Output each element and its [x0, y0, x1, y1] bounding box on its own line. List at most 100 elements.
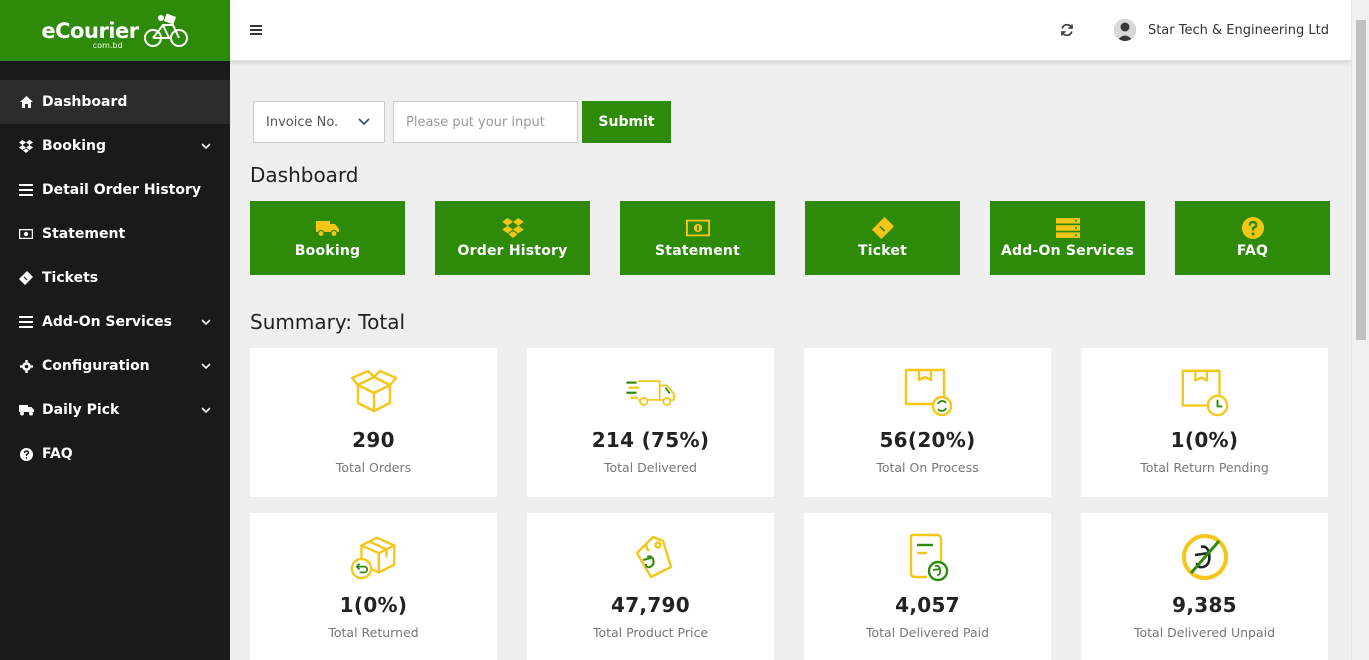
- invoice-search-bar: Invoice No. Submit: [253, 101, 671, 143]
- quick-link-label: FAQ: [1236, 243, 1269, 259]
- summary-value: 4,057: [895, 593, 960, 617]
- summary-label: Total Orders: [335, 460, 412, 475]
- sidebar-item-label: Daily Pick: [42, 402, 120, 418]
- summary-card-total-orders: 290 Total Orders: [250, 348, 497, 497]
- gear-icon: [18, 358, 34, 374]
- refresh-icon[interactable]: [1060, 23, 1074, 37]
- sidebar-item-add-on-services[interactable]: Add-On Services: [0, 300, 230, 344]
- box-process-icon: [902, 366, 954, 418]
- sidebar-item-daily-pick[interactable]: Daily Pick: [0, 388, 230, 432]
- brand-name: eCourier com.bd: [41, 18, 139, 50]
- summary-card-total-returned: 1(0%) Total Returned: [250, 513, 497, 660]
- box-clock-icon: [1179, 366, 1231, 418]
- summary-card-total-return-pending: 1(0%) Total Return Pending: [1081, 348, 1328, 497]
- summary-value: 290: [352, 428, 395, 452]
- sidebar-item-label: Tickets: [42, 270, 99, 286]
- sidebar-item-faq[interactable]: FAQ: [0, 432, 230, 476]
- submit-button[interactable]: Submit: [582, 101, 671, 143]
- summary-card-total-product-price: 47,790 Total Product Price: [527, 513, 774, 660]
- sidebar-item-label: FAQ: [42, 446, 73, 462]
- summary-value: 1(0%): [1170, 428, 1239, 452]
- summary-label: Total Delivered: [603, 460, 697, 475]
- unpaid-icon: [1179, 531, 1231, 583]
- money-icon: [685, 217, 710, 239]
- summary-value: 1(0%): [339, 593, 408, 617]
- summary-value: 56(20%): [879, 428, 976, 452]
- topbar: Star Tech & Engineering Ltd: [230, 0, 1351, 61]
- main-content: Invoice No. Submit Dashboard Booking Ord…: [230, 61, 1351, 660]
- list-icon: [18, 182, 34, 198]
- quick-link-booking[interactable]: Booking: [250, 201, 405, 275]
- question-icon: [18, 446, 34, 462]
- quick-links: Booking Order History Statement Ticket A…: [250, 201, 1330, 275]
- summary-value: 214 (75%): [591, 428, 710, 452]
- summary-label: Total On Process: [876, 460, 979, 475]
- scrollbar-thumb[interactable]: [1356, 20, 1366, 340]
- quick-link-statement[interactable]: Statement: [620, 201, 775, 275]
- page-scrollbar[interactable]: [1351, 0, 1369, 660]
- sidebar-item-label: Detail Order History: [42, 182, 202, 198]
- quick-link-ticket[interactable]: Ticket: [805, 201, 960, 275]
- chevron-down-icon: [358, 118, 370, 126]
- quick-link-add-on-services[interactable]: Add-On Services: [990, 201, 1145, 275]
- brand-logo[interactable]: eCourier com.bd: [0, 0, 230, 61]
- quick-link-label: Statement: [655, 243, 740, 259]
- money-icon: [18, 226, 34, 242]
- topbar-right: Star Tech & Engineering Ltd: [1060, 19, 1329, 41]
- truck-icon: [18, 402, 34, 418]
- summary-label: Total Delivered Unpaid: [1133, 625, 1276, 640]
- summary-title: Summary: Total: [250, 310, 405, 334]
- summary-label: Total Product Price: [592, 625, 709, 640]
- sidebar-item-label: Booking: [42, 138, 107, 154]
- hamburger-menu-icon[interactable]: [250, 24, 262, 36]
- sidebar-item-tickets[interactable]: Tickets: [0, 256, 230, 300]
- search-input[interactable]: [393, 101, 578, 143]
- server-icon: [1055, 217, 1080, 239]
- sidebar-item-label: Add-On Services: [42, 314, 172, 330]
- ticket-icon: [871, 217, 895, 239]
- summary-label: Total Returned: [328, 625, 419, 640]
- chevron-down-icon: [200, 404, 212, 416]
- dropbox-icon: [501, 217, 525, 239]
- sidebar-item-configuration[interactable]: Configuration: [0, 344, 230, 388]
- brand-subtitle: com.bd: [92, 40, 123, 50]
- sidebar: eCourier com.bd Dashboard Booking Detail…: [0, 0, 230, 660]
- sidebar-item-dashboard[interactable]: Dashboard: [0, 80, 230, 124]
- summary-value: 9,385: [1172, 593, 1237, 617]
- quick-link-label: Add-On Services: [1001, 243, 1134, 259]
- open-box-icon: [348, 366, 400, 418]
- sidebar-item-detail-order-history[interactable]: Detail Order History: [0, 168, 230, 212]
- company-name[interactable]: Star Tech & Engineering Ltd: [1148, 23, 1329, 38]
- dropbox-icon: [18, 138, 34, 154]
- chevron-down-icon: [200, 316, 212, 328]
- summary-card-total-delivered-paid: 4,057 Total Delivered Paid: [804, 513, 1051, 660]
- search-type-select[interactable]: Invoice No.: [253, 101, 385, 143]
- menu-icon: [18, 314, 34, 330]
- summary-card-total-delivered-unpaid: 9,385 Total Delivered Unpaid: [1081, 513, 1328, 660]
- sidebar-item-statement[interactable]: Statement: [0, 212, 230, 256]
- box-return-icon: [348, 531, 400, 583]
- summary-label: Total Delivered Paid: [865, 625, 990, 640]
- avatar[interactable]: [1113, 19, 1136, 41]
- invoice-paid-icon: [902, 531, 954, 583]
- page-title: Dashboard: [250, 163, 359, 187]
- summary-value: 47,790: [611, 593, 690, 617]
- sidebar-nav: Dashboard Booking Detail Order History S…: [0, 80, 230, 476]
- question-icon: [1241, 217, 1265, 239]
- chevron-down-icon: [200, 360, 212, 372]
- price-tag-icon: [625, 531, 677, 583]
- summary-card-total-on-process: 56(20%) Total On Process: [804, 348, 1051, 497]
- bicycle-icon: [143, 13, 188, 47]
- sidebar-item-label: Configuration: [42, 358, 150, 374]
- sidebar-item-label: Dashboard: [42, 94, 128, 110]
- truck-icon: [315, 217, 340, 239]
- quick-link-label: Ticket: [858, 243, 907, 259]
- home-icon: [18, 94, 34, 110]
- quick-link-faq[interactable]: FAQ: [1175, 201, 1330, 275]
- summary-card-total-delivered: 214 (75%) Total Delivered: [527, 348, 774, 497]
- summary-cards: 290 Total Orders 214 (75%) Total Deliver…: [250, 348, 1328, 660]
- sidebar-item-booking[interactable]: Booking: [0, 124, 230, 168]
- chevron-down-icon: [200, 140, 212, 152]
- quick-link-label: Booking: [294, 243, 361, 259]
- quick-link-order-history[interactable]: Order History: [435, 201, 590, 275]
